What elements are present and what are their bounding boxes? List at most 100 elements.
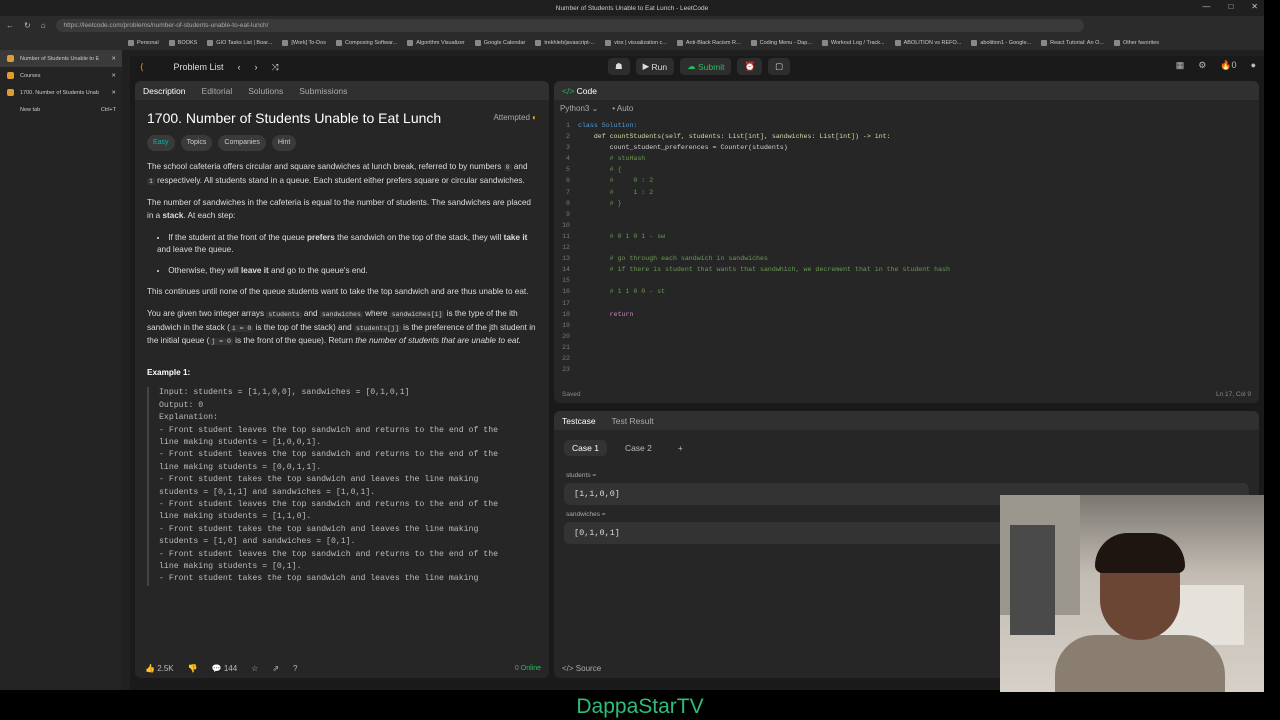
line-text: # stuHash — [578, 155, 646, 163]
timer-button[interactable]: ⏰ — [737, 58, 763, 75]
code-title: Code — [576, 85, 597, 96]
minimize-icon[interactable]: — — [1202, 2, 1210, 11]
tab-close-icon[interactable]: ✕ — [111, 56, 116, 62]
test-tabs: Testcase Test Result — [554, 411, 1259, 430]
streak-counter[interactable]: 🔥0 — [1220, 60, 1236, 71]
layout-icon[interactable]: ▦ — [1176, 60, 1185, 71]
tab-solutions[interactable]: Solutions — [248, 86, 283, 96]
chip-topics[interactable]: Topics — [180, 134, 213, 152]
chip-companies[interactable]: Companies — [218, 134, 266, 152]
b1c: the sandwich on the top of the stack, th… — [334, 232, 504, 242]
next-icon[interactable]: › — [255, 62, 258, 72]
bookmark-item[interactable]: GIO Tasks List | Boar... — [207, 39, 272, 46]
bookmark-item[interactable]: Google Calendar — [474, 39, 525, 46]
code-tab[interactable]: </> Code — [562, 86, 597, 96]
bookmark-icon — [282, 39, 289, 46]
add-case-icon[interactable]: + — [670, 440, 691, 456]
shuffle-icon[interactable]: ⤨ — [272, 62, 279, 73]
tab-test-result[interactable]: Test Result — [612, 416, 654, 426]
chip-easy[interactable]: Easy — [147, 134, 175, 152]
bookmark-item[interactable]: Coding Menu - Dap... — [750, 39, 812, 46]
dislike-icon[interactable]: 👎 — [188, 664, 198, 673]
browser-tab[interactable]: Number of Students Unable to E ✕ — [0, 50, 122, 67]
tab-close-icon[interactable]: ✕ — [111, 73, 116, 79]
back-icon[interactable]: ← — [6, 21, 14, 30]
star-icon[interactable]: ☆ — [251, 664, 258, 673]
browser-tab[interactable]: Courses ✕ — [0, 67, 122, 84]
tab-testcase[interactable]: Testcase — [562, 416, 596, 426]
tab-submissions[interactable]: Submissions — [299, 86, 347, 96]
line-number: 12 — [562, 244, 570, 252]
bookmark-item[interactable]: Composing Softwar... — [335, 39, 397, 46]
code-sandwiches: sandwiches — [319, 310, 363, 318]
bookmark-item[interactable]: Algorithm Visualizer — [407, 39, 465, 46]
code-line: 16 # 1 1 0 0 - st — [554, 286, 1259, 297]
home-icon[interactable]: ⌂ — [41, 21, 46, 30]
status-text: Attempted — [493, 113, 530, 122]
bookmark-item[interactable]: visx | visualization c... — [605, 39, 667, 46]
example-line: line making students = [1,1,0]. — [159, 512, 312, 522]
case-tab[interactable]: Case 2 — [617, 440, 660, 456]
chip-hint[interactable]: Hint — [271, 134, 297, 152]
run-button[interactable]: ▶ Run — [635, 58, 675, 75]
bookmark-item[interactable]: React Tutorial: An O... — [1041, 39, 1104, 46]
b1a: If the student at the front of the queue — [168, 232, 308, 242]
notes-button[interactable]: ▢ — [768, 58, 791, 75]
share-icon[interactable]: ⇗ — [272, 664, 279, 673]
bookmark-item[interactable]: abolition1 - Google... — [971, 39, 1031, 46]
code-line: 3 count_student_preferences = Counter(st… — [554, 142, 1259, 153]
problem-list-link[interactable]: Problem List — [174, 62, 224, 72]
reload-icon[interactable]: ↻ — [24, 21, 31, 30]
ith: ith — [509, 308, 518, 318]
new-tab-button[interactable]: New tab Ctrl+T — [0, 101, 122, 118]
line-text: # 1 1 0 0 - st — [578, 288, 666, 296]
code-header: </> Code — [554, 81, 1259, 100]
bookmark-item[interactable]: BOOKS — [168, 39, 197, 46]
code-0: 0 — [503, 164, 512, 172]
bookmark-item[interactable]: Workout Log / Track... — [821, 39, 885, 46]
bookmarks-bar: Personal BOOKS GIO Tasks List | Boar... [Wo… — [0, 35, 1264, 50]
bookmark-item[interactable]: Anti-Black Racism R... — [676, 39, 741, 46]
source-link[interactable]: </> Source — [562, 664, 601, 673]
toolbar-right: ▦ ⚙ 🔥0 ● — [1176, 60, 1256, 71]
bookmark-label: ABOLITION vs REFO... — [903, 39, 962, 46]
rule-2: Otherwise, they will leave it and go to … — [157, 265, 537, 278]
address-bar[interactable]: https://leetcode.com/problems/number-of-… — [55, 19, 1084, 32]
maximize-icon[interactable]: □ — [1228, 2, 1233, 11]
case-tab[interactable]: Case 1 — [564, 440, 607, 456]
p4c: where — [362, 308, 390, 318]
code-editor[interactable]: 1 class Solution: 2 def countStudents(self… — [554, 116, 1259, 375]
new-tab-shortcut: Ctrl+T — [100, 106, 116, 113]
tab-label: Number of Students Unable to E — [20, 55, 100, 62]
debug-button[interactable]: ☗ — [608, 58, 630, 75]
bookmark-icon — [168, 39, 175, 46]
bookmark-item[interactable]: trekhleb/javascript-... — [535, 39, 595, 46]
code-line: 18 return — [554, 309, 1259, 320]
tab-description[interactable]: Description — [143, 86, 186, 96]
auto-toggle[interactable]: • Auto — [612, 104, 633, 113]
bookmark-item[interactable]: Personal — [128, 39, 159, 46]
bookmark-label: Algorithm Visualizer — [416, 39, 465, 46]
comments-button[interactable]: 💬 144 — [212, 664, 238, 673]
line-number: 18 — [562, 310, 570, 318]
bookmark-icon — [750, 39, 757, 46]
help-icon[interactable]: ? — [293, 664, 297, 673]
bookmark-item[interactable]: Other favorites — [1113, 39, 1159, 46]
submit-button[interactable]: ☁ Submit — [680, 58, 732, 75]
bookmark-icon — [894, 39, 901, 46]
code-j0: j = 0 — [209, 338, 233, 346]
prev-icon[interactable]: ‹ — [238, 62, 241, 72]
leetcode-logo-icon[interactable]: ⟨ — [140, 62, 144, 73]
bookmark-item[interactable]: ABOLITION vs REFO... — [894, 39, 962, 46]
settings-icon[interactable]: ⚙ — [1198, 60, 1206, 71]
avatar[interactable]: ● — [1251, 60, 1256, 71]
example-line: line making students = [0,0,1,1]. — [159, 462, 322, 472]
tab-editorial[interactable]: Editorial — [202, 86, 233, 96]
tab-close-icon[interactable]: ✕ — [111, 90, 116, 96]
bookmark-item[interactable]: [Work] To-Dos — [282, 39, 326, 46]
close-window-icon[interactable]: ✕ — [1251, 2, 1258, 11]
like-button[interactable]: 👍 2.5K — [145, 664, 174, 673]
language-select[interactable]: Python3 ⌄ — [560, 104, 598, 113]
browser-tab[interactable]: 1700. Number of Students Unab ✕ — [0, 84, 122, 101]
line-text: class Solution: — [578, 122, 638, 129]
